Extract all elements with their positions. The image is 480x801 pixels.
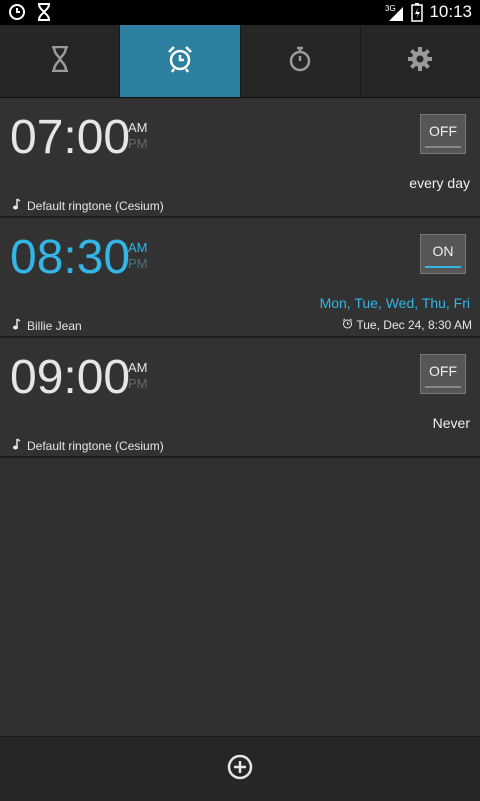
tab-timer[interactable] bbox=[0, 25, 121, 97]
clock-icon bbox=[8, 3, 26, 21]
add-alarm-button[interactable] bbox=[227, 754, 253, 785]
am-pm-indicator: AM PM bbox=[128, 360, 148, 391]
alarm-list: 07:00 AM PM OFF every day Default ringto… bbox=[0, 98, 480, 458]
signal-icon: 3G bbox=[385, 3, 405, 21]
alarm-item[interactable]: 07:00 AM PM OFF every day Default ringto… bbox=[0, 98, 480, 218]
repeat-days[interactable]: Mon, Tue, Wed, Thu, Fri bbox=[320, 295, 470, 311]
repeat-days[interactable]: Never bbox=[433, 415, 470, 431]
tab-bar bbox=[0, 25, 480, 98]
ringtone[interactable]: Default ringtone (Cesium) bbox=[13, 198, 164, 213]
alarm-clock-icon bbox=[342, 318, 353, 332]
next-alarm: Tue, Dec 24, 8:30 AM bbox=[342, 318, 472, 332]
svg-text:3G: 3G bbox=[385, 4, 396, 13]
gear-icon bbox=[407, 46, 433, 77]
alarm-clock-icon bbox=[166, 45, 194, 78]
am-pm-indicator: AM PM bbox=[128, 120, 148, 151]
hourglass-icon bbox=[36, 3, 52, 21]
hourglass-icon bbox=[50, 45, 70, 77]
alarm-item[interactable]: 08:30 AM PM ON Mon, Tue, Wed, Thu, Fri B… bbox=[0, 218, 480, 338]
alarm-item[interactable]: 09:00 AM PM OFF Never Default ringtone (… bbox=[0, 338, 480, 458]
music-note-icon bbox=[13, 198, 21, 213]
status-time: 10:13 bbox=[429, 2, 472, 21]
alarm-toggle[interactable]: ON bbox=[420, 234, 466, 274]
alarm-time[interactable]: 08:30 bbox=[10, 232, 130, 284]
ringtone[interactable]: Billie Jean bbox=[13, 318, 82, 333]
alarm-toggle[interactable]: OFF bbox=[420, 114, 466, 154]
alarm-time[interactable]: 09:00 bbox=[10, 352, 130, 404]
am-pm-indicator: AM PM bbox=[128, 240, 148, 271]
add-circle-icon bbox=[227, 754, 253, 779]
repeat-days[interactable]: every day bbox=[409, 175, 470, 191]
ringtone[interactable]: Default ringtone (Cesium) bbox=[13, 438, 164, 453]
alarm-time[interactable]: 07:00 bbox=[10, 112, 130, 164]
battery-icon bbox=[411, 2, 424, 22]
music-note-icon bbox=[13, 318, 21, 333]
tab-alarm[interactable] bbox=[120, 25, 241, 97]
status-bar: 3G 10:13 bbox=[0, 0, 480, 25]
bottom-action-bar bbox=[0, 736, 480, 801]
alarm-toggle[interactable]: OFF bbox=[420, 354, 466, 394]
music-note-icon bbox=[13, 438, 21, 453]
tab-settings[interactable] bbox=[361, 25, 480, 97]
tab-stopwatch[interactable] bbox=[241, 25, 361, 97]
stopwatch-icon bbox=[288, 46, 312, 77]
